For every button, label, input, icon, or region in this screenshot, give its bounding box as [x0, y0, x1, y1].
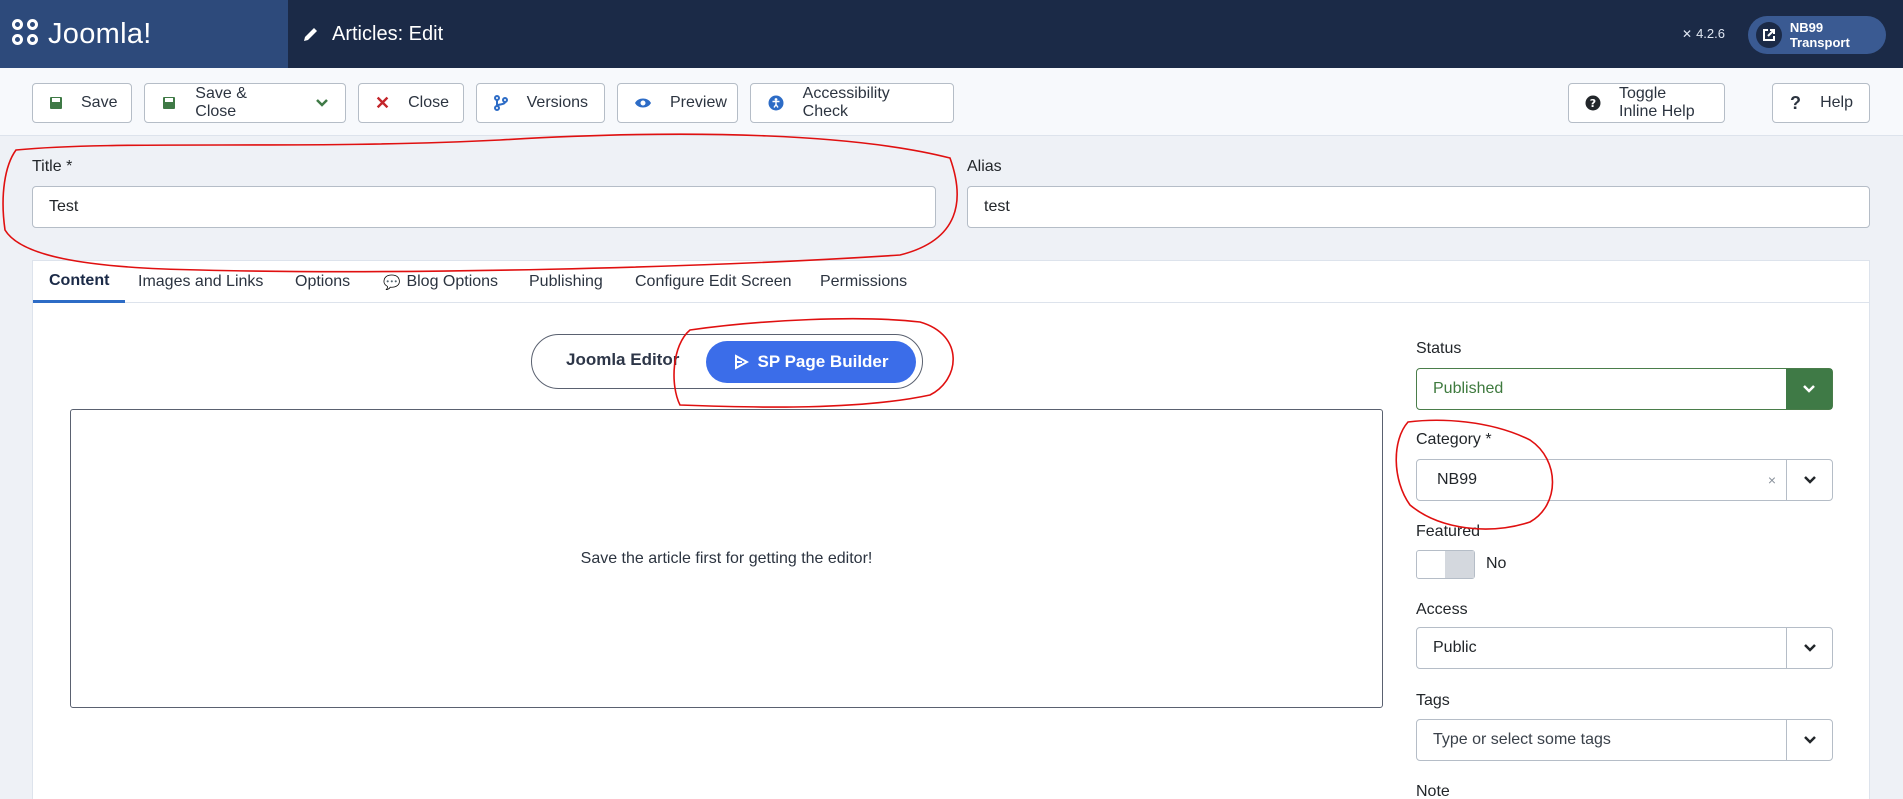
save-icon — [49, 96, 63, 110]
help-label: Help — [1820, 94, 1853, 111]
sp-page-builder-label: SP Page Builder — [757, 352, 889, 371]
tags-select[interactable]: Type or select some tags — [1416, 719, 1833, 761]
close-button[interactable]: ✕ Close — [358, 83, 464, 123]
tab-images-links[interactable]: Images and Links — [138, 261, 263, 303]
tab-bar: Content Images and Links Options 💬 Blog … — [33, 261, 1869, 303]
joomla-icon — [12, 19, 42, 49]
versions-button[interactable]: Versions — [476, 83, 605, 123]
featured-value: No — [1486, 555, 1507, 572]
svg-text:?: ? — [1590, 97, 1596, 110]
toolbar: Save Save & Close ✕ Close Versions Previ… — [0, 68, 1903, 136]
preview-label: Preview — [670, 94, 727, 111]
sp-page-builder-option[interactable]: SP Page Builder — [706, 341, 916, 383]
status-value: Published — [1433, 380, 1504, 397]
tab-publishing[interactable]: Publishing — [529, 261, 603, 303]
access-label: Access — [1416, 601, 1468, 618]
toggle-knob — [1445, 551, 1474, 578]
save-close-label: Save & Close — [195, 85, 247, 120]
page-title-text: Articles: Edit — [332, 22, 444, 45]
note-label: Note — [1416, 783, 1450, 799]
editor-message: Save the article first for getting the e… — [580, 549, 873, 567]
page-title: Articles: Edit — [302, 0, 443, 68]
accessibility-icon — [767, 95, 785, 111]
chevron-down-icon — [315, 99, 328, 107]
question-icon: ? — [1790, 92, 1802, 113]
comments-icon: 💬 — [383, 273, 401, 290]
question-circle-icon: ? — [1585, 95, 1601, 111]
save-close-button[interactable]: Save & Close — [144, 83, 300, 123]
tab-blog-options-label: Blog Options — [406, 273, 499, 290]
site-name: NB99 Transport — [1789, 20, 1850, 50]
accessibility-check-button[interactable]: Accessibility Check — [750, 83, 954, 123]
tags-label: Tags — [1416, 692, 1450, 709]
access-value: Public — [1433, 639, 1477, 656]
version-text: 4.2.6 — [1696, 26, 1725, 41]
preview-button[interactable]: Preview — [617, 83, 738, 123]
tab-options[interactable]: Options — [295, 261, 350, 303]
editor-area: Save the article first for getting the e… — [70, 409, 1383, 708]
version-badge: ✕ 4.2.6 — [1682, 26, 1725, 41]
eye-icon — [634, 97, 652, 109]
save-button[interactable]: Save — [32, 83, 132, 123]
featured-toggle[interactable] — [1416, 550, 1475, 579]
clear-icon[interactable]: × — [1768, 472, 1776, 488]
chevron-down-icon — [1786, 369, 1832, 409]
status-select[interactable]: Published — [1416, 368, 1833, 410]
tab-blog-options[interactable]: 💬 Blog Options — [383, 261, 498, 303]
sp-page-builder-icon — [735, 354, 750, 370]
title-input[interactable]: Test — [32, 186, 936, 228]
access-select[interactable]: Public — [1416, 627, 1833, 669]
accessibility-label: Accessibility Check — [802, 85, 890, 120]
external-link-icon — [1756, 22, 1782, 48]
alias-label: Alias — [967, 158, 1002, 175]
chevron-down-icon — [1786, 460, 1832, 500]
close-label: Close — [408, 94, 449, 111]
save-icon — [161, 96, 177, 110]
category-select[interactable]: NB99 × — [1416, 459, 1833, 501]
top-header: Joomla! Articles: Edit ✕ 4.2.6 NB99 Tran… — [0, 0, 1903, 68]
joomla-logo[interactable]: Joomla! — [0, 0, 288, 68]
title-label: Title * — [32, 158, 73, 175]
brand-name: Joomla! — [48, 17, 152, 50]
close-icon: ✕ — [375, 92, 391, 113]
tags-placeholder: Type or select some tags — [1433, 731, 1611, 748]
toggle-help-label: Toggle Inline Help — [1619, 85, 1695, 120]
tab-configure-edit-screen[interactable]: Configure Edit Screen — [635, 261, 792, 303]
view-site-button[interactable]: NB99 Transport — [1748, 16, 1886, 54]
help-button[interactable]: ? Help — [1772, 83, 1870, 123]
chevron-down-icon — [1786, 720, 1832, 760]
editor-switch: Joomla Editor SP Page Builder — [531, 334, 923, 389]
alias-input[interactable]: test — [967, 186, 1870, 228]
tab-permissions[interactable]: Permissions — [820, 261, 907, 303]
versions-label: Versions — [526, 94, 588, 111]
category-label: Category * — [1416, 431, 1492, 448]
branch-icon — [493, 95, 509, 111]
joomla-editor-option[interactable]: Joomla Editor — [566, 350, 679, 370]
joomla-small-icon: ✕ — [1682, 26, 1693, 41]
tab-content[interactable]: Content — [33, 261, 126, 303]
category-value: NB99 — [1437, 471, 1478, 488]
save-options-dropdown[interactable] — [298, 83, 346, 123]
save-label: Save — [81, 94, 118, 111]
status-label: Status — [1416, 340, 1462, 357]
pencil-icon — [304, 28, 317, 41]
toggle-inline-help-button[interactable]: ? Toggle Inline Help — [1568, 83, 1725, 123]
chevron-down-icon — [1786, 628, 1832, 668]
featured-label: Featured — [1416, 523, 1481, 540]
